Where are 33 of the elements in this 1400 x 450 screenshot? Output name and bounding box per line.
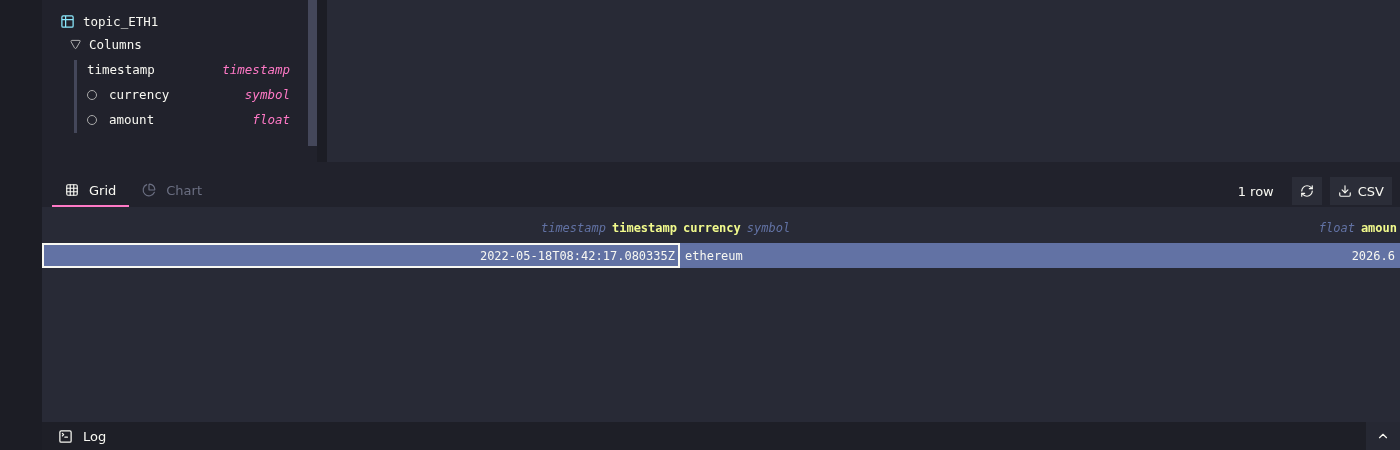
column-type: symbol [746, 221, 791, 235]
refresh-button[interactable] [1291, 177, 1322, 205]
refresh-icon [1299, 184, 1314, 198]
table-icon [60, 14, 75, 29]
row-count: 1 row [1237, 183, 1274, 199]
grid-row[interactable]: 2022-05-18T08:42:17.080335Z ethereum 2026.6 [42, 243, 1400, 268]
results-tab[interactable]: Grid [52, 175, 130, 207]
grid-icon [65, 183, 79, 197]
column-name: timestamp [87, 62, 155, 77]
csv-button[interactable]: CSV [1329, 177, 1392, 205]
column-name: amount [109, 112, 155, 127]
column-type: timestamp [222, 62, 290, 77]
table-cell[interactable]: 2026.6 [790, 243, 1400, 268]
triangle-icon[interactable] [70, 39, 81, 50]
column-header[interactable]: currency [683, 221, 741, 235]
splitter[interactable] [317, 0, 327, 162]
expand-button[interactable] [1366, 422, 1400, 450]
scrollbar[interactable] [308, 0, 317, 146]
column-name: currency [109, 87, 170, 102]
column-type: symbol [244, 87, 290, 102]
column-header[interactable]: amoun [1360, 221, 1397, 235]
column-header[interactable]: timestamp [611, 221, 677, 235]
log-tab[interactable]: Log [52, 427, 113, 445]
columns-label[interactable]: Columns [89, 37, 142, 52]
table-name[interactable]: topic_ETH1 [83, 14, 159, 29]
download-icon [1337, 184, 1352, 198]
terminal-icon [58, 428, 73, 444]
column-type: float [252, 112, 290, 127]
table-cell[interactable]: 2022-05-18T08:42:17.080335Z [42, 243, 680, 268]
column-type: float [1318, 221, 1355, 235]
table-cell[interactable]: ethereum [680, 243, 790, 268]
pie-chart-icon [142, 183, 157, 197]
column-type: timestamp [540, 221, 606, 235]
